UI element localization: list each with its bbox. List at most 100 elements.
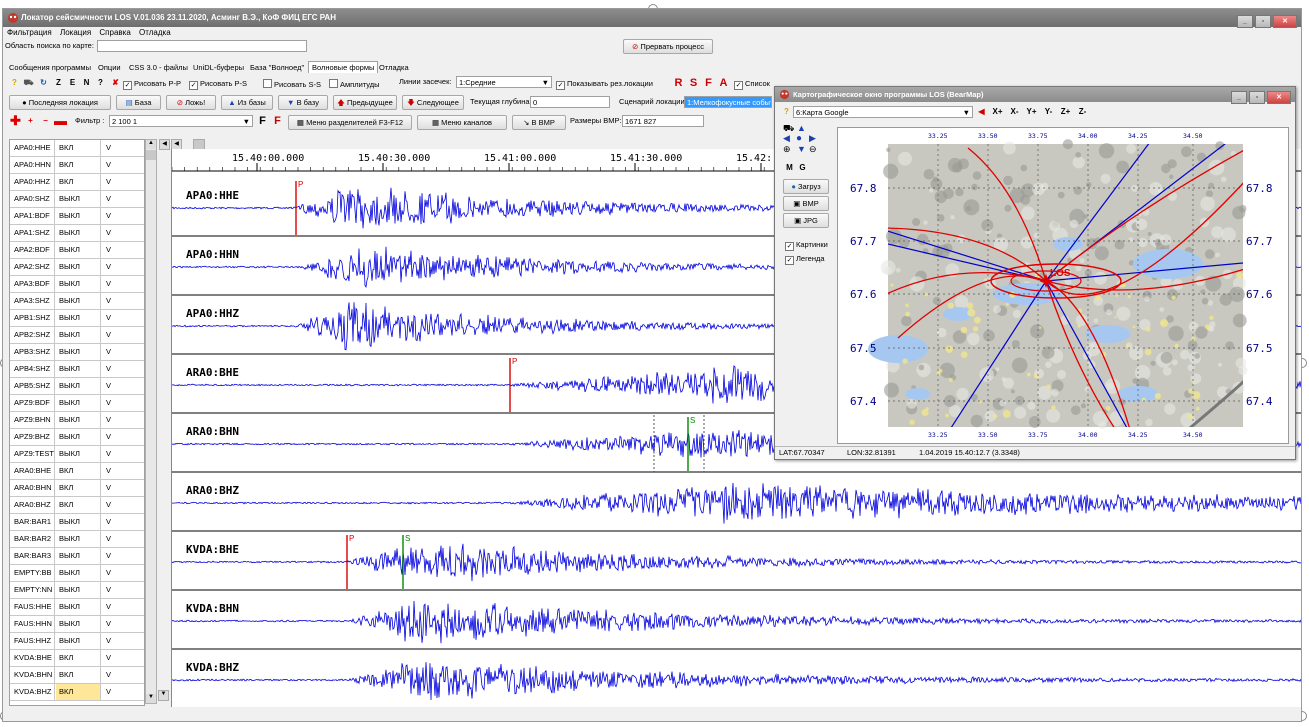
- channel-component[interactable]: V: [106, 463, 111, 479]
- question-button[interactable]: ?: [94, 76, 107, 90]
- channel-component[interactable]: V: [106, 565, 111, 581]
- amplitudes-checkbox[interactable]: Амплитуды: [329, 79, 380, 89]
- channel-row[interactable]: EMPTY:NN ВЫКЛ V: [10, 582, 144, 599]
- channel-state[interactable]: ВЫКЛ: [59, 395, 80, 411]
- channel-row[interactable]: KVDA:BHZ ВКЛ V: [10, 684, 144, 701]
- channel-component[interactable]: V: [106, 667, 111, 683]
- depth-input[interactable]: 0: [530, 96, 610, 108]
- checkbox-list[interactable]: ✓: [734, 81, 743, 90]
- channel-state[interactable]: ВЫКЛ: [59, 293, 80, 309]
- map-back-icon[interactable]: ◀: [975, 105, 988, 119]
- channel-state[interactable]: ВЫКЛ: [59, 276, 80, 292]
- refresh-icon[interactable]: ↻: [37, 76, 50, 90]
- pan-right-icon[interactable]: ▶: [809, 133, 816, 144]
- scroll-down-right-icon[interactable]: ▼: [158, 690, 169, 701]
- channel-state[interactable]: ВКЛ: [59, 157, 73, 173]
- channel-row[interactable]: APZ9:BDF ВЫКЛ V: [10, 395, 144, 412]
- channel-state[interactable]: ВЫКЛ: [59, 242, 80, 258]
- map-source-select[interactable]: 6:Карта Google ▼: [793, 106, 973, 118]
- map-xminus-button[interactable]: X-: [1007, 105, 1022, 119]
- tab-debug[interactable]: Отладка: [375, 61, 413, 73]
- a-button[interactable]: A: [717, 76, 730, 90]
- waveform-trace[interactable]: [172, 662, 1301, 701]
- channel-row[interactable]: APZ9:BHZ ВЫКЛ V: [10, 429, 144, 446]
- map-load-button[interactable]: ● Загруз: [783, 179, 829, 194]
- channel-row[interactable]: KVDA:BHN ВКЛ V: [10, 667, 144, 684]
- checkbox-legend[interactable]: ✓: [785, 256, 794, 265]
- channel-component[interactable]: V: [106, 650, 111, 666]
- channel-component[interactable]: V: [106, 327, 111, 343]
- channel-state[interactable]: ВЫКЛ: [59, 446, 80, 462]
- globe-icon[interactable]: ●: [796, 133, 802, 144]
- channel-state[interactable]: ВЫКЛ: [59, 327, 80, 343]
- map-g-button[interactable]: G: [796, 161, 809, 175]
- channel-component[interactable]: V: [106, 395, 111, 411]
- channel-row[interactable]: APB4:SHZ ВЫКЛ V: [10, 361, 144, 378]
- false-event-button[interactable]: ⊘ Ложь!: [166, 95, 216, 110]
- channel-row[interactable]: APB1:SHZ ВЫКЛ V: [10, 310, 144, 327]
- channel-component[interactable]: V: [106, 378, 111, 394]
- pan-down-icon[interactable]: ▼: [797, 144, 806, 154]
- filter-f-icon[interactable]: F: [256, 114, 269, 128]
- checkbox-amplitudes[interactable]: [329, 79, 338, 88]
- channel-component[interactable]: V: [106, 548, 111, 564]
- channel-component[interactable]: V: [106, 582, 111, 598]
- map-canvas[interactable]: 33.25 33.25 33.50 33.50 33.75 33.75 34.00 34.00…: [837, 127, 1289, 444]
- map-maximize-button[interactable]: ▫: [1249, 91, 1265, 104]
- database-button[interactable]: ▤ База: [116, 95, 161, 110]
- channel-state[interactable]: ВКЛ: [56, 684, 100, 700]
- draw-pp-checkbox[interactable]: ✓ Рисовать Р-Р: [123, 79, 181, 90]
- map-zplus-button[interactable]: Z+: [1058, 105, 1073, 119]
- abort-process-button[interactable]: ⊘ Прервать процесс: [623, 39, 713, 54]
- channel-state[interactable]: ВЫКЛ: [59, 259, 80, 275]
- remove-icon[interactable]: ▬: [54, 114, 67, 128]
- channel-component[interactable]: V: [106, 599, 111, 615]
- filter-reset-icon[interactable]: F: [271, 114, 284, 128]
- last-location-button[interactable]: ● Последняя локация: [9, 95, 111, 110]
- channel-row[interactable]: APA0:HHE ВКЛ V: [10, 140, 144, 157]
- channel-row[interactable]: APA1:BDF ВЫКЛ V: [10, 208, 144, 225]
- channel-state[interactable]: ВКЛ: [59, 650, 73, 666]
- channel-state[interactable]: ВЫКЛ: [59, 429, 80, 445]
- channel-state[interactable]: ВЫКЛ: [59, 565, 80, 581]
- channel-row[interactable]: APA2:BDF ВЫКЛ V: [10, 242, 144, 259]
- bmp-size-input[interactable]: 1671 827: [622, 115, 704, 127]
- r-button[interactable]: R: [672, 76, 685, 90]
- channel-state[interactable]: ВКЛ: [59, 667, 73, 683]
- channel-state[interactable]: ВЫКЛ: [59, 412, 80, 428]
- channel-component[interactable]: V: [106, 242, 111, 258]
- channel-component[interactable]: V: [106, 259, 111, 275]
- channel-state[interactable]: ВЫКЛ: [59, 548, 80, 564]
- channel-component[interactable]: V: [106, 310, 111, 326]
- channel-state[interactable]: ВЫКЛ: [59, 191, 80, 207]
- map-yminus-button[interactable]: Y-: [1041, 105, 1056, 119]
- channel-row[interactable]: APB3:SHZ ВЫКЛ V: [10, 344, 144, 361]
- tab-unidl[interactable]: UniDL-буферы: [189, 61, 248, 73]
- filter-select[interactable]: 2 100 1 ▼: [109, 115, 253, 127]
- channel-row[interactable]: ARA0:BHN ВКЛ V: [10, 480, 144, 497]
- channel-state[interactable]: ВЫКЛ: [59, 616, 80, 632]
- channel-state[interactable]: ВЫКЛ: [59, 633, 80, 649]
- channel-row[interactable]: APA1:SHZ ВЫКЛ V: [10, 225, 144, 242]
- map-help-icon[interactable]: ?: [780, 105, 793, 119]
- channel-row[interactable]: APA0:SHZ ВЫКЛ V: [10, 191, 144, 208]
- channel-component[interactable]: V: [106, 344, 111, 360]
- zoom-out-icon[interactable]: ⊖: [809, 144, 817, 155]
- lines-select[interactable]: 1:Средние ▼: [456, 76, 552, 88]
- channel-list[interactable]: APA0:HHE ВКЛ V APA0:HHN ВКЛ V APA0:HHZ ВКЛ V APA0…: [9, 139, 145, 706]
- tab-css-files[interactable]: CSS 3.0 - файлы: [125, 61, 192, 73]
- channel-component[interactable]: V: [106, 514, 111, 530]
- map-xplus-button[interactable]: X+: [990, 105, 1005, 119]
- channel-row[interactable]: APA3:BDF ВЫКЛ V: [10, 276, 144, 293]
- channel-component[interactable]: V: [106, 531, 111, 547]
- channel-state[interactable]: ВЫКЛ: [59, 582, 80, 598]
- checkbox-show-loc[interactable]: ✓: [556, 81, 565, 90]
- channel-component[interactable]: V: [106, 293, 111, 309]
- scroll-left-icon[interactable]: ◀: [159, 139, 170, 150]
- channels-menu-button[interactable]: ▦ Меню каналов: [417, 115, 507, 130]
- map-yplus-button[interactable]: Y+: [1024, 105, 1039, 119]
- channel-state[interactable]: ВКЛ: [59, 480, 73, 496]
- channel-component[interactable]: V: [106, 276, 111, 292]
- map-window[interactable]: Картографическое окно программы LOS (Bea…: [774, 86, 1296, 460]
- channel-state[interactable]: ВКЛ: [59, 174, 73, 190]
